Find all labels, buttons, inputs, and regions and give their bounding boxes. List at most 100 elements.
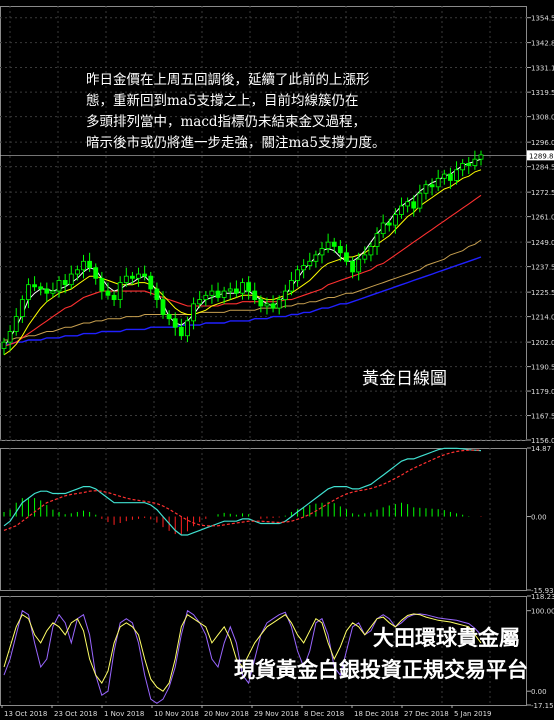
price-tick-label: 1342.8 [531, 40, 554, 48]
candle-body [423, 184, 429, 194]
analysis-line: 態，重新回到ma5支撐之上，目前均線簇仍在 [86, 93, 359, 109]
candle-body [105, 290, 111, 296]
candle-body [448, 173, 453, 181]
candle-body [325, 241, 331, 249]
candle-body [142, 273, 148, 277]
candle-body [130, 275, 135, 279]
candle-body [215, 290, 221, 298]
candle-body [44, 288, 50, 294]
candle-body [344, 252, 349, 262]
candle-body [62, 280, 68, 286]
analysis-note: 昨日金價在上周五回調後，延續了此前的上漲形 態，重新回到ma5支撐之上，目前均線… [86, 70, 486, 154]
candle-body [178, 326, 184, 337]
analysis-line: 昨日金價在上周五回調後，延續了此前的上漲形 [86, 72, 370, 88]
candle-body [26, 284, 31, 300]
candle-body [7, 331, 13, 343]
price-tick-label: 1225.5 [531, 289, 554, 297]
brand-slogan: 現貨黃金白銀投資正規交易平台 [234, 658, 528, 682]
candle-body [19, 299, 25, 318]
candle-body [191, 303, 196, 322]
candle-body [221, 290, 227, 298]
candle-body [154, 288, 160, 300]
stoch-tick-label: 100.00 [531, 608, 554, 616]
stoch-tick-label: 118.235 [531, 593, 554, 601]
candle-body [87, 260, 93, 269]
candle-body [13, 316, 19, 332]
candle-body [405, 201, 411, 207]
candle-body [233, 288, 239, 294]
candle-body [313, 254, 319, 262]
candle-body [411, 201, 417, 209]
date-tick-label: 5 Jan 2019 [454, 710, 492, 718]
ma10-line [3, 169, 482, 356]
candle-body [319, 248, 325, 256]
candle-body [478, 154, 484, 160]
candle-body [209, 290, 215, 296]
candle-body [172, 318, 178, 328]
date-tick-label: 23 Oct 2018 [54, 710, 97, 718]
candle-body [81, 260, 86, 271]
candle-body [50, 290, 56, 294]
price-tick-label: 1249.0 [531, 239, 554, 247]
candle-body [472, 158, 478, 166]
panel-frame [0, 448, 527, 591]
price-tick-label: 1354.5 [531, 15, 554, 23]
candle-body [276, 299, 282, 309]
price-tick-label: 1179.0 [531, 388, 554, 396]
candle-body [160, 299, 166, 315]
date-tick-label: 20 Nov 2018 [204, 710, 249, 718]
candle-body [136, 273, 141, 279]
price-axis: 1354.5 1342.8 1331.1 1319.5 1308.0 1296.0 1284… [527, 15, 554, 710]
last-price-label: 1289.8 [529, 152, 554, 160]
candle-body [289, 280, 294, 292]
stoch-tick-label: 0.00 [531, 688, 547, 696]
price-tick-label: 1202.0 [531, 339, 554, 347]
price-tick-label: 1319.5 [531, 89, 554, 97]
candle-body [392, 214, 398, 226]
candle-body [374, 233, 380, 247]
analysis-line: 多頭排列當中，macd指標仍未結束金叉過程， [86, 114, 367, 130]
date-tick-label: 1 Nov 2018 [104, 710, 144, 718]
candle-body [417, 192, 423, 209]
moving-averages [3, 158, 482, 356]
date-tick-label: 18 Dec 2018 [354, 710, 399, 718]
candle-body [68, 273, 74, 286]
candles [1, 150, 484, 355]
macd-tick-label: 0.00 [531, 514, 547, 522]
date-tick-label: 29 Nov 2018 [254, 710, 299, 718]
candle-body [301, 265, 307, 271]
candle-body [1, 341, 7, 349]
candle-body [460, 163, 466, 171]
candle-body [429, 184, 435, 188]
price-tick-label: 1237.5 [531, 264, 554, 272]
macd-tick-label: 14.87 [531, 445, 551, 453]
candle-body [111, 294, 117, 300]
date-tick-label: 8 Dec 2018 [304, 710, 344, 718]
candle-body [307, 260, 313, 266]
candle-body [240, 282, 245, 294]
candle-body [93, 267, 99, 279]
candle-body [337, 246, 343, 254]
price-tick-label: 1308.0 [531, 114, 554, 122]
candle-body [466, 163, 472, 166]
candle-body [386, 222, 392, 226]
candle-body [246, 282, 252, 292]
date-axis: 13 Oct 2018 23 Oct 2018 1 Nov 2018 10 Nov 2… [1, 705, 492, 718]
candle-body [435, 177, 441, 188]
candle-body [166, 314, 172, 320]
candle-body [123, 275, 129, 283]
candle-body [197, 299, 203, 305]
candle-body [380, 222, 386, 235]
candle-body [32, 284, 37, 288]
candle-body [362, 254, 368, 260]
candle-body [264, 303, 270, 307]
candle-body [203, 294, 209, 300]
candle-body [117, 282, 123, 300]
candle-body [185, 320, 190, 337]
candle-body [74, 269, 80, 275]
analysis-line: 暗示後市或仍將進一步走強，關注ma5支撐力度。 [86, 135, 386, 151]
candle-body [441, 173, 447, 179]
price-tick-label: 1167.5 [531, 413, 554, 421]
candle-body [282, 290, 288, 300]
candle-body [270, 303, 276, 309]
